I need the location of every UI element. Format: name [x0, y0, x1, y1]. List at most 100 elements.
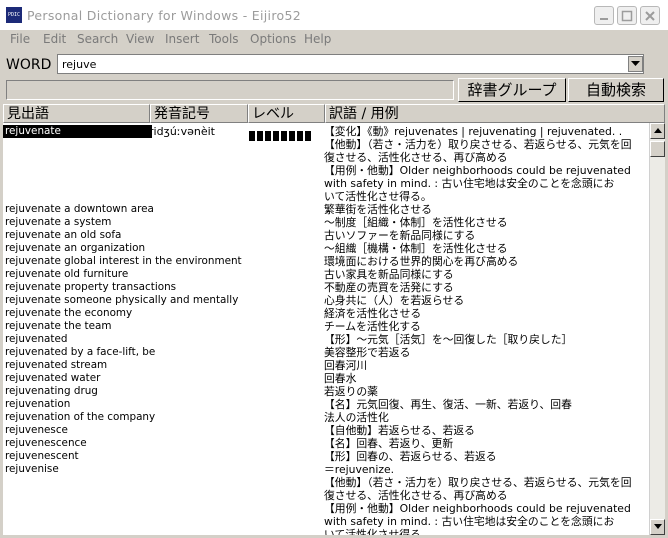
headword-row[interactable]: rejuvenate someone physically and mental…: [5, 294, 238, 307]
headword-row[interactable]: rejuvenate an old sofa: [5, 229, 121, 242]
translation-line: 環境面における世界的関心を再び高める: [324, 255, 519, 268]
translation-line: 【形】回春の、若返らせる、若返る: [324, 450, 497, 463]
translation-line: 心身共に（人）を若返らせる: [324, 294, 465, 307]
translation-line: ＝rejuvenize.: [324, 463, 395, 476]
arrow-up-icon: [654, 128, 662, 133]
translation-line: いて活性化させ得る。: [324, 190, 432, 203]
headword-row[interactable]: rejuvenate the team: [5, 320, 111, 333]
column-header-pronunciation[interactable]: 発音記号: [150, 104, 248, 123]
translation-line: ～制度［組織・体制］を活性化させる: [324, 216, 508, 229]
headword-row[interactable]: rejuvenate a system: [5, 216, 111, 229]
translation-line: 回春河川: [324, 359, 368, 372]
scroll-down-button[interactable]: [650, 519, 665, 535]
menu-search[interactable]: Search: [77, 32, 118, 46]
menu-tools[interactable]: Tools: [209, 32, 239, 46]
menu-bar: File Edit Search View Insert Tools Optio…: [0, 30, 668, 50]
minimize-icon: [600, 18, 608, 20]
translation-line: 復させる、活性化させる、再び高める: [324, 151, 508, 164]
headword-row[interactable]: rejuvenesce: [5, 424, 68, 437]
status-field: [6, 80, 454, 100]
headword-row[interactable]: rejuvenate property transactions: [5, 281, 176, 294]
translation-line: 若返りの薬: [324, 385, 378, 398]
level-block: [265, 131, 271, 141]
translation-line: ～組織［機構・体制］を活性化させる: [324, 242, 508, 255]
menu-edit[interactable]: Edit: [43, 32, 66, 46]
menu-view[interactable]: View: [126, 32, 154, 46]
column-header-translation[interactable]: 訳語 / 用例: [325, 104, 665, 123]
close-icon: [645, 11, 655, 21]
menu-help[interactable]: Help: [304, 32, 331, 46]
menu-file[interactable]: File: [10, 32, 30, 46]
maximize-icon: [621, 10, 633, 22]
headword-row[interactable]: rejuvenated: [5, 333, 67, 346]
level-block: [281, 131, 287, 141]
translation-line: 経済を活性化させる: [324, 307, 422, 320]
translation-line: 美容整形で若返る: [324, 346, 411, 359]
translation-line: チームを活性化する: [324, 320, 421, 333]
app-window: PDIC Personal Dictionary for Windows - E…: [0, 0, 668, 538]
results-list[interactable]: rejuvenate rejuvenate a downtown area reju…: [3, 123, 649, 535]
translation-line: 古い家具を新品同様にする: [324, 268, 454, 281]
translation-line: with safety in mind. : 古い住宅地は安全のことを念頭にお: [324, 515, 615, 528]
title-bar[interactable]: PDIC Personal Dictionary for Windows - E…: [0, 0, 668, 30]
app-icon: PDIC: [6, 7, 22, 23]
level-block: [249, 131, 255, 141]
translation-line: 法人の活性化: [324, 411, 389, 424]
headword-row[interactable]: rejuvenated by a face-lift, be: [5, 346, 155, 359]
headword-row[interactable]: rejuvenating drug: [5, 385, 98, 398]
headword-row[interactable]: rejuvenated water: [5, 372, 100, 385]
menu-options[interactable]: Options: [250, 32, 296, 46]
translation-line: 【形】～元気［活気］を～回復した［取り戻した］: [324, 333, 573, 346]
translation-line: 繁華街を活性化させる: [324, 203, 432, 216]
menu-insert[interactable]: Insert: [165, 32, 199, 46]
chevron-down-icon: [631, 61, 640, 66]
maximize-button[interactable]: [617, 6, 637, 25]
level-block: [289, 131, 295, 141]
auto-search-button[interactable]: 自動検索: [568, 78, 664, 102]
headword-row[interactable]: rejuvenise: [5, 463, 59, 476]
headword-row[interactable]: rejuvenate the economy: [5, 307, 132, 320]
translation-line: 【名】回春、若返り、更新: [324, 437, 454, 450]
translation-line: 【自他動】若返らせる、若返る: [324, 424, 475, 437]
dictionary-group-button[interactable]: 辞書グループ: [458, 78, 566, 102]
headword-row[interactable]: rejuvenescence: [5, 437, 87, 450]
headword-row[interactable]: rejuvenation: [5, 398, 70, 411]
translation-line: いて活性化させ得る: [324, 528, 421, 535]
headword-row[interactable]: rejuvenation of the company: [5, 411, 155, 424]
translation-line: 【名】元気回復、再生、復活、一新、若返り、回春: [324, 398, 572, 411]
headword-row[interactable]: rejuvenate a downtown area: [5, 203, 154, 216]
translation-line: 【用例・他動】Older neighborhoods could be reju…: [324, 502, 631, 515]
level-indicator: [249, 126, 313, 141]
vertical-scrollbar[interactable]: [649, 123, 665, 535]
headword-row[interactable]: rejuvenate global interest in the enviro…: [5, 255, 242, 268]
column-header-level[interactable]: レベル: [248, 104, 325, 123]
word-row: WORD: [0, 51, 668, 78]
translation-line: 不動産の売買を活発にする: [324, 281, 454, 294]
word-dropdown-button[interactable]: [628, 56, 643, 72]
scroll-thumb[interactable]: [650, 141, 665, 157]
translation-line: 【用例・他動】Older neighborhoods could be reju…: [324, 164, 631, 177]
minimize-button[interactable]: [594, 6, 614, 25]
arrow-down-icon: [654, 524, 662, 529]
translation-line: 【他動】（若さ・活力を）取り戻させる、若返らせる、元気を回: [324, 138, 632, 151]
translation-line: 古いソファーを新品同様にする: [324, 229, 476, 242]
scroll-up-button[interactable]: [650, 123, 665, 139]
headword-row-selected[interactable]: rejuvenate: [3, 125, 152, 138]
level-block: [297, 131, 303, 141]
headword-row[interactable]: rejuvenate an organization: [5, 242, 145, 255]
headword-row[interactable]: rejuvenate old furniture: [5, 268, 128, 281]
column-header-headword[interactable]: 見出語: [3, 104, 150, 123]
level-block: [257, 131, 263, 141]
translation-line: 復させる、活性化させる、再び高める: [324, 489, 508, 502]
translation-line: 【他動】（若さ・活力を）取り戻させる、若返らせる、元気を回: [324, 476, 632, 489]
close-button[interactable]: [640, 6, 660, 25]
translation-line: with safety in mind. : 古い住宅地は安全のことを念頭にお: [324, 177, 615, 190]
headword-row[interactable]: rejuvenated stream: [5, 359, 107, 372]
word-label: WORD: [6, 57, 52, 73]
headword-row[interactable]: rejuvenescent: [5, 450, 79, 463]
level-block: [273, 131, 279, 141]
translation-line: 【変化】《動》rejuvenates | rejuvenating | reju…: [324, 125, 623, 138]
pronunciation-text: ridʒúːvənèit: [149, 125, 215, 138]
level-block: [305, 131, 311, 141]
word-input[interactable]: [57, 54, 644, 74]
